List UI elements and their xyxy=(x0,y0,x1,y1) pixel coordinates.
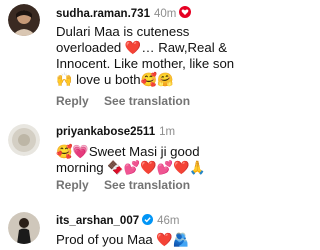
see-translation-button[interactable]: See translation xyxy=(104,178,190,192)
reply-button[interactable]: Reply xyxy=(56,94,89,108)
comment-item: its_arshan_007 46m Prod of you Maa ❤️🫂 xyxy=(0,208,253,250)
comment-line: overloaded ❤️… Raw,Real & xyxy=(56,40,228,55)
comment-line: 🥰💗Sweet Masi ji good xyxy=(56,144,200,159)
comment-item: priyankabose2511 1m 🥰💗Sweet Masi ji good… xyxy=(0,118,253,192)
avatar[interactable] xyxy=(8,124,40,156)
reply-button[interactable]: Reply xyxy=(56,178,89,192)
comment-line: 🙌 love u both🥰🤗 xyxy=(56,72,174,87)
comment-header: its_arshan_007 46m xyxy=(56,214,180,228)
username[interactable]: sudha.raman.731 xyxy=(56,8,150,20)
username[interactable]: its_arshan_007 xyxy=(56,215,139,227)
comment-header: sudha.raman.731 40m xyxy=(56,6,192,21)
timestamp: 1m xyxy=(159,126,176,138)
comment-actions: Reply See translation xyxy=(56,178,202,192)
comment-text: 🥰💗Sweet Masi ji good morning 🍫💕❤️💕❤️🙏 xyxy=(56,144,246,176)
comment-actions: Reply See translation xyxy=(56,94,202,108)
username[interactable]: priyankabose2511 xyxy=(56,126,155,138)
comment-line: Prod of you Maa ❤️🫂 xyxy=(56,232,190,247)
avatar[interactable] xyxy=(8,4,40,36)
heart-badge-icon xyxy=(179,6,192,21)
comment-text: Prod of you Maa ❤️🫂 xyxy=(56,232,246,248)
timestamp: 40m xyxy=(153,7,177,20)
comment-header: priyankabose2511 1m xyxy=(56,126,175,138)
comment-line: Dulari Maa is cuteness xyxy=(56,24,190,39)
comment-text: Dulari Maa is cuteness overloaded ❤️… Ra… xyxy=(56,24,246,88)
comment-item: sudha.raman.731 40m Dulari Maa is cutene… xyxy=(0,0,253,110)
verified-badge-icon xyxy=(142,214,154,228)
timestamp: 46m xyxy=(157,215,180,227)
see-translation-button[interactable]: See translation xyxy=(104,94,190,108)
comment-line: morning 🍫💕❤️💕❤️🙏 xyxy=(56,160,206,175)
avatar[interactable] xyxy=(8,212,40,244)
comment-line: Innocent. Like mother, like son xyxy=(56,56,235,71)
